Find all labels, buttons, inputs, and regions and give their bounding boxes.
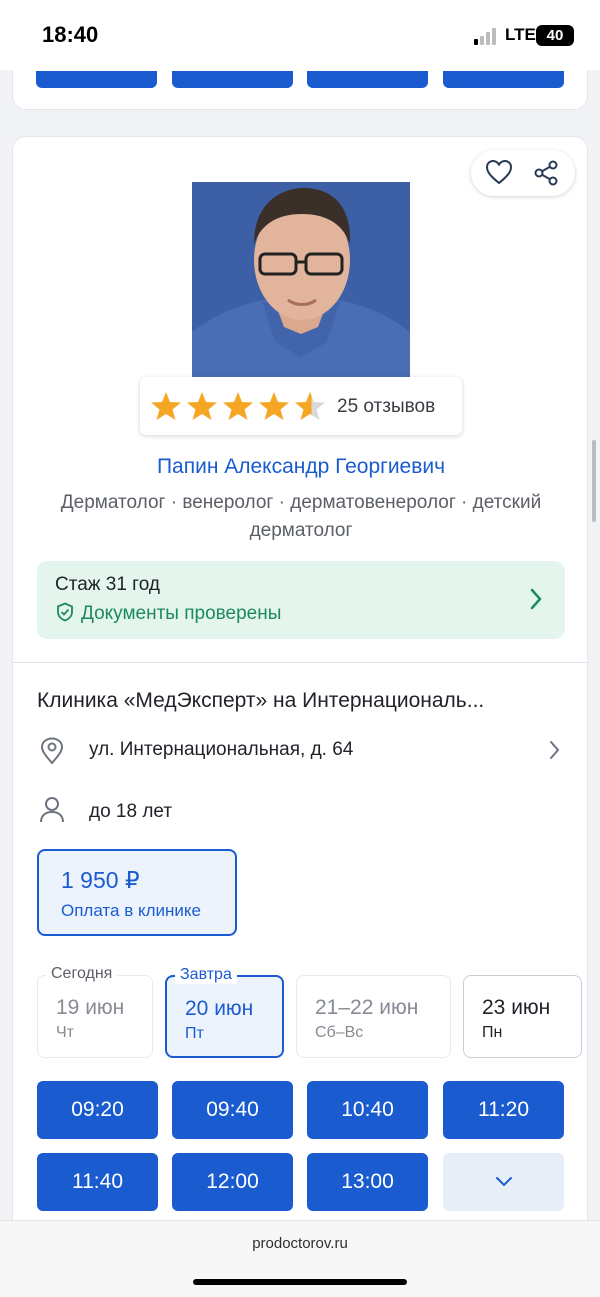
price-option[interactable]: 1 950 ₽ Оплата в клинике bbox=[37, 849, 237, 936]
previous-slot-button[interactable] bbox=[307, 71, 428, 88]
star-icon bbox=[259, 392, 289, 420]
payment-method: Оплата в клинике bbox=[61, 901, 201, 920]
previous-slot-button[interactable] bbox=[36, 71, 157, 88]
status-bar: 18:40 LTE 40 bbox=[0, 0, 600, 70]
day-date: 20 июн bbox=[185, 997, 254, 1020]
time-slot-button[interactable]: 12:00 bbox=[172, 1153, 293, 1211]
chevron-right-icon bbox=[529, 587, 543, 616]
reviews-count[interactable]: 25 отзывов bbox=[337, 396, 435, 418]
share-icon[interactable] bbox=[533, 160, 559, 191]
price: 1 950 ₽ bbox=[61, 867, 140, 893]
documents-verified-label: Документы проверены bbox=[81, 603, 282, 624]
day-weekday: Пт bbox=[185, 1025, 204, 1042]
time-slot-button[interactable]: 09:40 bbox=[172, 1081, 293, 1139]
doctor-name[interactable]: Папин Александр Георгиевич bbox=[13, 455, 589, 479]
rating-box[interactable]: 25 отзывов bbox=[140, 377, 462, 435]
experience-text: Стаж 31 год bbox=[55, 574, 160, 595]
previous-slot-button[interactable] bbox=[443, 71, 564, 88]
heart-icon[interactable] bbox=[485, 159, 513, 190]
day-weekday: Сб–Вс bbox=[315, 1024, 364, 1041]
star-icon bbox=[187, 392, 217, 420]
network-type: LTE bbox=[505, 25, 536, 44]
day-weekday: Пн bbox=[482, 1024, 503, 1041]
star-icon bbox=[151, 392, 181, 420]
previous-slot-button[interactable] bbox=[172, 71, 293, 88]
experience-box[interactable]: Стаж 31 год Документы проверены bbox=[37, 561, 565, 639]
rating-stars bbox=[150, 390, 330, 427]
day-date: 23 июн bbox=[482, 996, 551, 1019]
day-label: Сегодня bbox=[46, 965, 118, 983]
day-weekday: Чт bbox=[56, 1024, 74, 1041]
location-pin-icon bbox=[39, 737, 65, 770]
time-slot-button[interactable]: 10:40 bbox=[307, 1081, 428, 1139]
clinic-address: ул. Интернациональная, д. 64 bbox=[89, 739, 354, 760]
doctor-photo bbox=[192, 182, 410, 378]
star-icon bbox=[223, 392, 253, 420]
doctor-card: 25 отзывов Папин Александр Георгиевич Де… bbox=[12, 136, 589, 1256]
doctor-specialties: Дерматолог · венеролог · дерматовенероло… bbox=[60, 492, 542, 541]
chevron-right-icon bbox=[549, 740, 561, 765]
browser-bottom-bar: prodoctorov.ru bbox=[0, 1220, 600, 1297]
patient-age: до 18 лет bbox=[89, 801, 173, 822]
address-bar-url[interactable]: prodoctorov.ru bbox=[0, 1235, 600, 1252]
time-slot-button[interactable]: 11:40 bbox=[37, 1153, 158, 1211]
home-indicator[interactable] bbox=[193, 1279, 407, 1285]
status-time: 18:40 bbox=[42, 22, 99, 47]
day-tab-monday[interactable]: 23 июн Пн bbox=[463, 975, 582, 1058]
more-slots-button[interactable] bbox=[443, 1153, 564, 1211]
day-tab-today[interactable]: Сегодня 19 июн Чт bbox=[37, 965, 153, 1058]
signal-icon bbox=[474, 27, 500, 45]
documents-verified: Документы проверены bbox=[55, 602, 281, 625]
divider bbox=[13, 662, 589, 663]
scrollbar[interactable] bbox=[592, 440, 596, 522]
day-label: Завтра bbox=[175, 966, 237, 984]
day-date: 19 июн bbox=[56, 996, 125, 1019]
time-slot-button[interactable]: 11:20 bbox=[443, 1081, 564, 1139]
day-tab-tomorrow[interactable]: Завтра 20 июн Пт bbox=[165, 966, 284, 1058]
battery-tip bbox=[568, 31, 571, 39]
day-date: 21–22 июн bbox=[315, 996, 419, 1019]
time-slot-button[interactable]: 09:20 bbox=[37, 1081, 158, 1139]
star-half-icon bbox=[295, 392, 325, 420]
person-icon bbox=[39, 796, 65, 829]
time-slot-button[interactable]: 13:00 bbox=[307, 1153, 428, 1211]
chevron-down-icon bbox=[495, 1177, 512, 1187]
shield-check-icon bbox=[57, 602, 73, 622]
day-tab-weekend[interactable]: 21–22 июн Сб–Вс bbox=[296, 975, 451, 1058]
clinic-name[interactable]: Клиника «МедЭксперт» на Интернациональ..… bbox=[37, 689, 567, 713]
actions-pill bbox=[471, 150, 575, 196]
clinic-address-row[interactable]: ул. Интернациональная, д. 64 bbox=[37, 735, 565, 765]
